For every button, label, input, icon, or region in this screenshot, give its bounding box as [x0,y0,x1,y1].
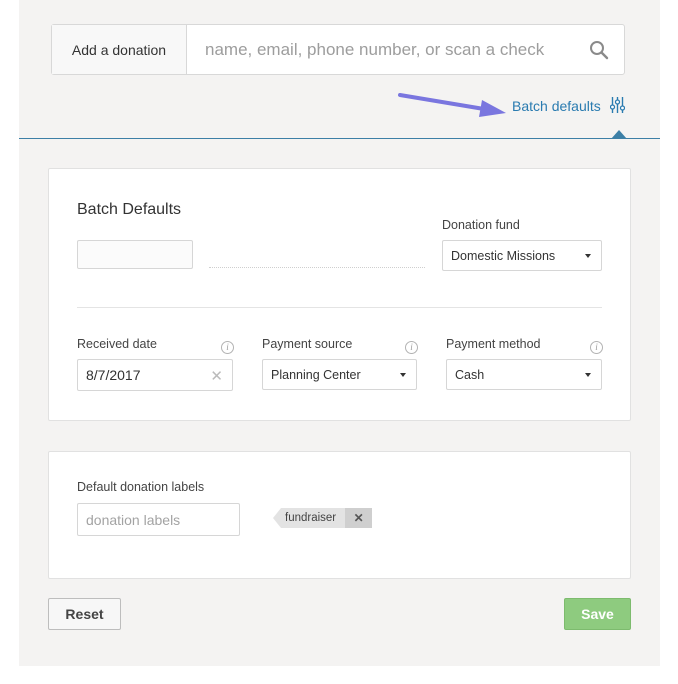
donation-labels-card: Default donation labels fundraiser ✕ [48,451,631,579]
donor-search-input[interactable] [187,25,574,74]
annotation-arrow-icon [398,93,506,117]
chevron-down-icon [400,373,406,377]
batch-defaults-link[interactable]: Batch defaults [512,96,625,116]
section-divider [77,307,602,308]
payment-method-label: Payment method [446,337,541,351]
payment-source-value: Planning Center [271,367,361,382]
donation-fund-value: Domestic Missions [451,248,556,263]
donation-labels-input[interactable] [77,503,240,536]
label-tag-text: fundraiser [281,508,346,528]
batch-defaults-card: Batch Defaults Donation fund Domestic Mi… [48,168,631,421]
reset-button[interactable]: Reset [48,598,121,630]
batch-defaults-label: Batch defaults [512,98,601,114]
tag-notch [273,508,281,528]
info-icon[interactable]: i [221,341,234,354]
chevron-down-icon [585,254,591,258]
received-date-input[interactable]: 8/7/2017 ✕ [77,359,233,391]
received-date-value: 8/7/2017 [86,367,141,383]
panel-pointer-icon [611,130,627,139]
info-icon[interactable]: i [405,341,418,354]
batch-name-field[interactable] [77,240,193,269]
chevron-down-icon [585,373,591,377]
clear-icon[interactable]: ✕ [210,367,223,385]
donation-fund-label: Donation fund [442,218,520,232]
received-date-label: Received date [77,337,157,351]
batch-defaults-title: Batch Defaults [77,201,182,218]
payment-source-label: Payment source [262,337,353,351]
donation-fund-select[interactable]: Domestic Missions [442,240,602,271]
remove-tag-icon[interactable]: ✕ [345,508,373,528]
default-labels-label: Default donation labels [77,480,205,494]
sliders-icon [609,96,625,117]
search-icon[interactable] [574,25,624,74]
label-tag: fundraiser ✕ [273,508,373,528]
info-icon[interactable]: i [590,341,603,354]
payment-method-select[interactable]: Cash [446,359,602,390]
save-button[interactable]: Save [564,598,631,630]
panel-top-border [19,138,660,139]
add-donation-search-bar: Add a donation [51,24,625,75]
payment-source-select[interactable]: Planning Center [262,359,417,390]
dotted-separator [209,267,425,268]
payment-method-value: Cash [455,367,485,382]
add-donation-label: Add a donation [52,25,187,74]
